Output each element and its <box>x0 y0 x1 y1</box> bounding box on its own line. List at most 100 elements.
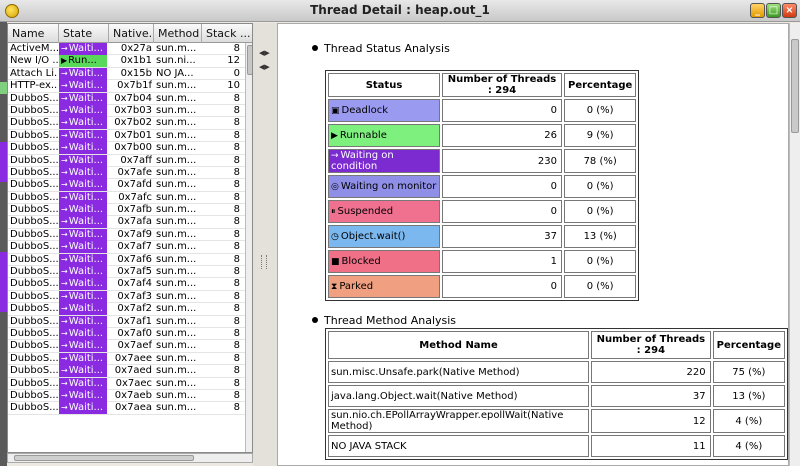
table-row[interactable]: DubboS... →Waiti... 0x7af6 sun.m... 8 <box>8 253 245 267</box>
table-row[interactable]: DubboS... →Waiti... 0x7aea sun.m... 8 <box>8 402 245 415</box>
column-header-native[interactable]: Native... <box>109 24 154 43</box>
column-header-name[interactable]: Name <box>8 24 59 43</box>
stack-depth-cell: 8 <box>233 402 240 414</box>
method-cell: sun.m... <box>156 340 197 352</box>
thread-name-cell: DubboS... <box>10 92 58 104</box>
thread-table[interactable]: Name State Native... Method Stack ... Ac… <box>7 23 253 453</box>
table-row[interactable]: Attach Li...→Waiti... 0x15b NO JA... 0 <box>8 67 245 81</box>
thread-state-cell: →Waiti... <box>59 117 107 130</box>
maximize-button[interactable]: □ <box>766 3 781 18</box>
table-row[interactable]: DubboS... →Waiti... 0x7aee sun.m... 8 <box>8 352 245 366</box>
thread-state-cell: →Waiti... <box>59 204 107 217</box>
arrow-icon: → <box>61 403 68 413</box>
column-header-state[interactable]: State <box>59 24 109 43</box>
thread-name-cell: DubboS... <box>10 303 58 315</box>
method-cell: sun.m... <box>156 389 197 401</box>
table-row[interactable]: DubboS... →Waiti... 0x7af4 sun.m... 8 <box>8 278 245 291</box>
method-percentage-header: Percentage <box>712 331 785 359</box>
splitter-grip-icon[interactable] <box>261 255 267 269</box>
native-id-cell: 0x7afa <box>117 216 152 228</box>
stack-depth-cell: 8 <box>233 377 240 389</box>
table-row[interactable]: DubboS... →Waiti... 0x7af5 sun.m... 8 <box>8 266 245 279</box>
scrollbar-thumb[interactable] <box>14 455 194 461</box>
method-analysis-heading: Thread Method Analysis <box>312 314 456 327</box>
stack-depth-cell: 8 <box>233 166 240 178</box>
method-row[interactable]: sun.nio.ch.EPollArrayWrapper.epollWait(N… <box>328 409 785 433</box>
native-id-cell: 0x15b <box>120 67 152 79</box>
table-row[interactable]: HTTP-ex... →Waiti... 0x7b1f sun.m... 10 <box>8 80 245 93</box>
column-header-method[interactable]: Method <box>154 24 202 43</box>
status-percentage-cell: 0 (%) <box>564 175 637 198</box>
thread-state-cell: →Waiti... <box>59 253 107 266</box>
status-row: ⏸ Suspended 0 0 (%) <box>328 200 637 223</box>
arrow-icon: → <box>61 341 68 351</box>
thread-table-horizontal-scrollbar[interactable] <box>7 453 253 463</box>
table-row[interactable]: DubboS... →Waiti... 0x7af2 sun.m... 8 <box>8 303 245 316</box>
table-row[interactable]: ActiveM... →Waiti... 0x27a sun.m... 8 <box>8 43 245 56</box>
stack-depth-cell: 12 <box>227 55 240 67</box>
collapse-right-icon[interactable]: ◀▶ <box>259 63 270 71</box>
table-row[interactable]: DubboS... →Waiti... 0x7aed sun.m... 8 <box>8 365 245 378</box>
thread-table-vertical-scrollbar[interactable] <box>245 43 252 452</box>
table-row[interactable]: DubboS... →Waiti... 0x7b00 sun.m... 8 <box>8 142 245 155</box>
native-id-cell: 0x7aed <box>114 365 152 377</box>
collapse-left-icon[interactable]: ◀▶ <box>259 49 270 57</box>
table-row[interactable]: DubboS... →Waiti... 0x7af9 sun.m... 8 <box>8 228 245 242</box>
status-label: Waiting on condition <box>331 150 394 172</box>
thread-name-cell: DubboS... <box>10 154 58 166</box>
report-vertical-scrollbar[interactable] <box>789 23 800 466</box>
table-row[interactable]: DubboS... →Waiti... 0x7af7 sun.m... 8 <box>8 241 245 254</box>
table-row[interactable]: DubboS... →Waiti... 0x7aec sun.m... 8 <box>8 377 245 390</box>
method-row[interactable]: NO JAVA STACK 11 4 (%) <box>328 435 785 457</box>
split-pane-divider[interactable]: ◀▶ ◀▶ <box>253 23 277 466</box>
table-row[interactable]: New I/O ... ▶Run... 0x1b1 sun.ni... 12 <box>8 55 245 68</box>
table-row[interactable]: DubboS... →Waiti... 0x7afb sun.m... 8 <box>8 204 245 217</box>
table-row[interactable]: DubboS... →Waiti... 0x7afc sun.m... 8 <box>8 191 245 205</box>
minimize-button[interactable]: _ <box>750 3 765 18</box>
thread-name-cell: HTTP-ex... <box>10 80 58 92</box>
table-row[interactable]: DubboS... →Waiti... 0x7afd sun.m... 8 <box>8 179 245 192</box>
table-row[interactable]: DubboS... →Waiti... 0x7af1 sun.m... 8 <box>8 315 245 328</box>
table-row[interactable]: DubboS... →Waiti... 0x7b02 sun.m... 8 <box>8 117 245 130</box>
thread-state-cell: →Waiti... <box>59 179 107 192</box>
thread-state-cell: →Waiti... <box>59 129 107 142</box>
native-id-cell: 0x7af9 <box>117 228 152 240</box>
table-row[interactable]: DubboS... →Waiti... 0x7b01 sun.m... 8 <box>8 129 245 143</box>
thread-state-cell: →Waiti... <box>59 216 107 229</box>
method-percentage-cell: 75 (%) <box>712 361 785 383</box>
table-row[interactable]: DubboS... →Waiti... 0x7aff sun.m... 8 <box>8 154 245 167</box>
method-row[interactable]: sun.misc.Unsafe.park(Native Method) 220 75… <box>328 361 785 383</box>
native-id-cell: 0x7b01 <box>114 129 152 141</box>
table-row[interactable]: DubboS... →Waiti... 0x7b03 sun.m... 8 <box>8 104 245 118</box>
close-button[interactable]: × <box>782 3 797 18</box>
arrow-icon: → <box>61 304 68 314</box>
table-row[interactable]: DubboS... →Waiti... 0x7aef sun.m... 8 <box>8 340 245 353</box>
method-row[interactable]: java.lang.Object.wait(Native Method) 37 13… <box>328 385 785 407</box>
status-percentage-cell: 13 (%) <box>564 225 637 248</box>
arrow-icon: → <box>61 366 68 376</box>
thread-state-cell: →Waiti... <box>59 80 107 93</box>
arrow-icon: → <box>61 316 68 326</box>
table-row[interactable]: DubboS... →Waiti... 0x7afe sun.m... 8 <box>8 166 245 180</box>
thread-detail-window: Thread Detail : heap.out_1 _ □ × Name St… <box>0 0 800 466</box>
table-row[interactable]: DubboS... →Waiti... 0x7b04 sun.m... 8 <box>8 92 245 105</box>
left-window-edge <box>0 22 7 466</box>
table-row[interactable]: DubboS... →Waiti... 0x7af0 sun.m... 8 <box>8 327 245 341</box>
thread-name-cell: DubboS... <box>10 278 58 290</box>
stack-depth-cell: 8 <box>233 204 240 216</box>
status-label-cell: → Waiting on condition <box>328 149 440 173</box>
scrollbar-thumb[interactable] <box>791 39 799 133</box>
thread-state-label: Waiti... <box>68 241 104 253</box>
table-row[interactable]: DubboS... →Waiti... 0x7aeb sun.m... 8 <box>8 389 245 403</box>
column-header-stack[interactable]: Stack ... <box>202 24 252 43</box>
title-bar[interactable]: Thread Detail : heap.out_1 _ □ × <box>0 0 800 22</box>
stack-depth-cell: 8 <box>233 241 240 253</box>
table-row[interactable]: DubboS... →Waiti... 0x7afa sun.m... 8 <box>8 216 245 229</box>
method-cell: sun.m... <box>156 216 197 228</box>
status-row: ■ Blocked 1 0 (%) <box>328 250 637 273</box>
table-row[interactable]: DubboS... →Waiti... 0x7af3 sun.m... 8 <box>8 290 245 304</box>
arrow-icon: → <box>61 105 68 115</box>
method-cell: sun.m... <box>156 303 197 315</box>
arrow-icon: → <box>331 151 339 161</box>
stack-depth-cell: 8 <box>233 389 240 401</box>
